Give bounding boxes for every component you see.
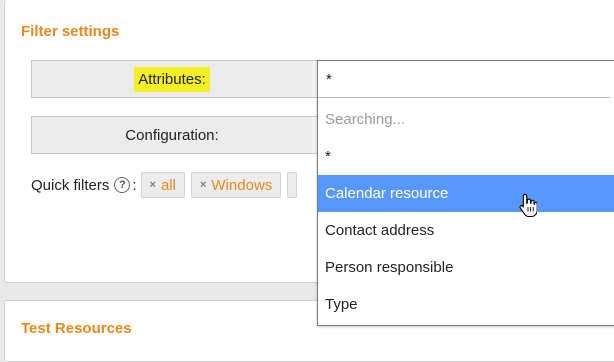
- quick-filter-chip-windows[interactable]: × Windows: [190, 172, 282, 198]
- quick-filter-chip-all[interactable]: × all: [140, 172, 185, 198]
- dropdown-option-type[interactable]: Type: [318, 286, 614, 323]
- quick-filter-chip-partial[interactable]: [287, 172, 298, 198]
- remove-icon[interactable]: ×: [200, 179, 206, 191]
- dropdown-option-calendar-resource[interactable]: Calendar resource: [318, 175, 614, 212]
- dropdown-option-contact-address[interactable]: Contact address: [318, 212, 614, 249]
- dropdown-option-asterisk[interactable]: *: [318, 138, 614, 175]
- remove-icon[interactable]: ×: [150, 179, 156, 191]
- attributes-dropdown: Searching... * Calendar resource Contact…: [317, 60, 614, 326]
- quick-filters: Quick filters ? : × all × Windows: [31, 172, 303, 198]
- hand-pointer-icon: [519, 193, 537, 217]
- chip-label: all: [160, 176, 176, 194]
- configuration-label-box: Configuration:: [31, 116, 313, 154]
- section-title: Filter settings: [21, 23, 120, 40]
- quick-filters-colon: :: [132, 176, 137, 194]
- configuration-label: Configuration:: [125, 126, 219, 144]
- dropdown-search-input[interactable]: [318, 61, 610, 98]
- attributes-label-box: Attributes:: [31, 60, 313, 98]
- section-title: Test Resources: [21, 320, 132, 337]
- attributes-label: Attributes:: [134, 66, 210, 92]
- searching-status: Searching...: [325, 111, 406, 128]
- dropdown-option-person-responsible[interactable]: Person responsible: [318, 249, 614, 286]
- chip-label: Windows: [211, 176, 273, 194]
- help-icon[interactable]: ?: [114, 177, 131, 193]
- quick-filters-label: Quick filters: [31, 176, 110, 194]
